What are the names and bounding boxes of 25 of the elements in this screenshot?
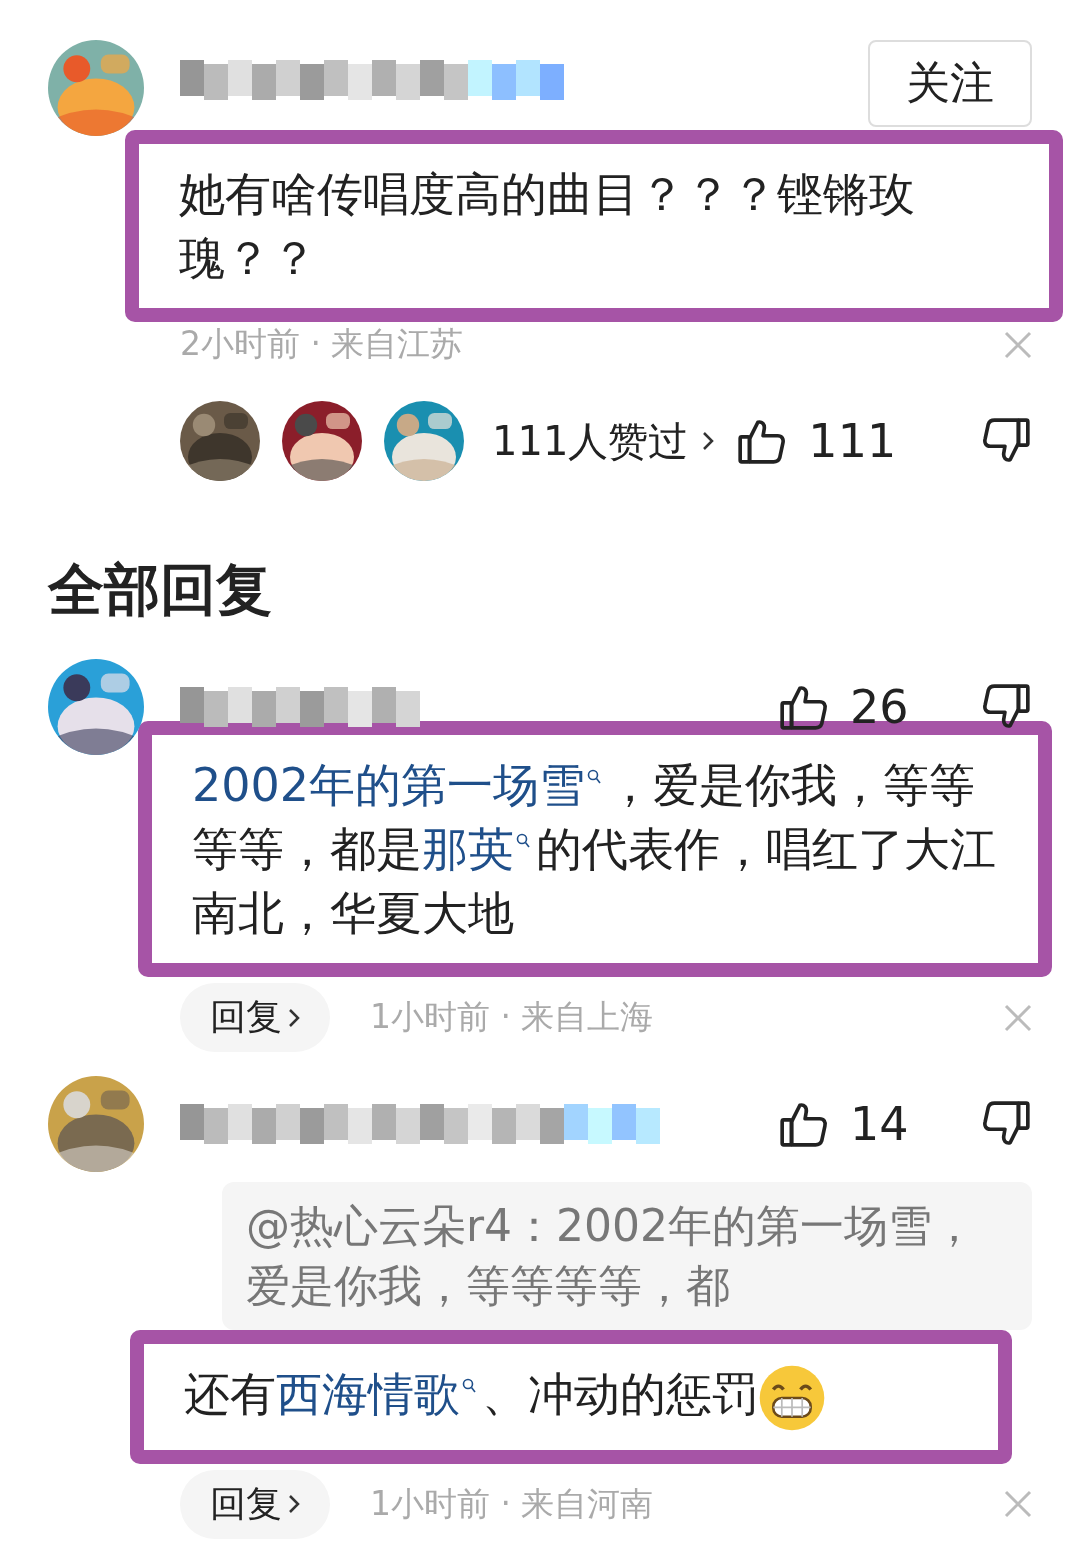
reply-button[interactable]: 回复 <box>180 983 330 1052</box>
quoted-reply: @热心云朵r4：2002年的第一场雪，爱是你我，等等等等，都 <box>222 1182 1032 1330</box>
follow-button[interactable]: 关注 <box>868 40 1032 127</box>
chevron-icon <box>288 1007 300 1028</box>
chevron-icon <box>702 431 715 451</box>
reply-meta: 1小时前 · 来自河南 <box>370 1482 655 1525</box>
keyword-link[interactable]: 2002年的第一场雪 <box>192 758 608 812</box>
section-heading: 全部回复 <box>48 556 273 624</box>
comment-text: 她有啥传唱度高的曲目？？？铿锵玫瑰？？ <box>179 166 916 287</box>
like-count: 111 <box>808 414 897 468</box>
keyword-link[interactable]: 那英 <box>422 822 536 876</box>
reply-text: 还有西海情歌 、冲动的惩罚 <box>184 1362 958 1432</box>
chevron-icon <box>288 1494 300 1514</box>
comment-meta: 2小时前 · 来自江苏 <box>180 323 464 365</box>
search-icon[interactable] <box>587 768 602 785</box>
search-icon[interactable] <box>516 832 530 849</box>
like-count: 26 <box>850 680 910 734</box>
reply-text: 2002年的第一场雪 ，爱是你我，等等等等，都是那英 的代表作，唱红了大江南北，华夏大地 <box>192 757 997 942</box>
reply-button[interactable]: 回复 <box>180 1469 330 1539</box>
reply-meta: 1小时前 · 来自上海 <box>370 996 655 1038</box>
search-icon[interactable] <box>462 1377 476 1394</box>
like-count: 14 <box>850 1097 910 1151</box>
keyword-link[interactable]: 西海情歌 <box>276 1367 482 1421</box>
likers-link[interactable]: 111人赞过 <box>492 413 689 469</box>
grin-emoji-icon <box>758 1363 826 1432</box>
